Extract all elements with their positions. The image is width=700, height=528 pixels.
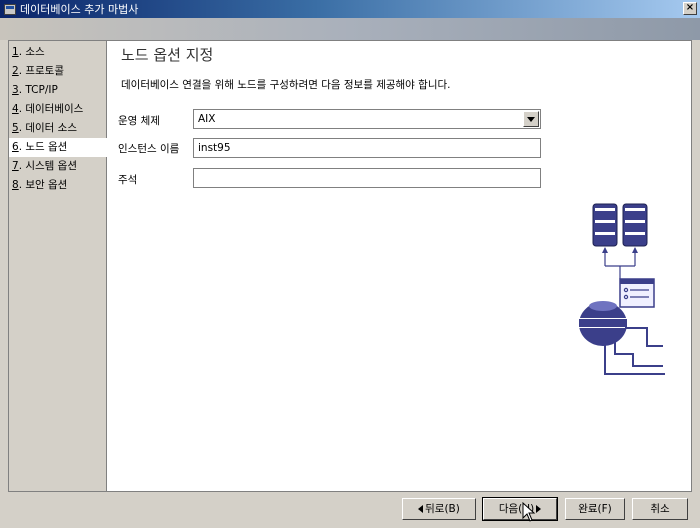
step-label: . 보안 옵션 (18, 179, 68, 191)
step-label: . 시스템 옵션 (18, 160, 78, 172)
close-button[interactable]: × (683, 2, 697, 15)
window-title: 데이터베이스 추가 마법사 (20, 3, 139, 16)
sidebar-item-security-options[interactable]: 8. 보안 옵션 (9, 176, 106, 195)
page-title: 노드 옵션 지정 (121, 46, 214, 64)
title-bar: 데이터베이스 추가 마법사 × (0, 0, 700, 18)
sidebar-item-protocol[interactable]: 2. 프로토콜 (9, 62, 106, 81)
os-label: 운영 체제 (118, 115, 160, 127)
database-node-illustration (577, 203, 665, 375)
cancel-button-label: 취소 (650, 503, 670, 515)
step-sidebar: 1. 소스 2. 프로토콜 3. TCP/IP 4. 데이터베이스 5. 데이터… (9, 41, 107, 491)
main-panel: 노드 옵션 지정 데이터베이스 연결을 위해 노드를 구성하려면 다음 정보를 … (107, 41, 691, 491)
step-label: . 노드 옵션 (18, 141, 68, 153)
step-label: . TCP/IP (18, 84, 58, 96)
page-description: 데이터베이스 연결을 위해 노드를 구성하려면 다음 정보를 제공해야 합니다. (121, 79, 451, 91)
app-icon (4, 3, 16, 15)
arrow-right-icon (536, 505, 542, 513)
wizard-content: 1. 소스 2. 프로토콜 3. TCP/IP 4. 데이터베이스 5. 데이터… (8, 40, 692, 492)
os-select-value: AIX (198, 113, 216, 125)
cancel-button[interactable]: 취소 (632, 498, 688, 520)
step-number: 5 (12, 122, 19, 134)
arrow-left-icon (418, 505, 424, 513)
finish-button-label: 완료(F) (578, 503, 612, 515)
step-number: 4 (12, 103, 19, 115)
step-number: 2 (12, 65, 19, 77)
comment-input[interactable] (193, 168, 541, 188)
instance-name-input[interactable]: inst95 (193, 138, 541, 158)
step-number: 7 (12, 160, 19, 172)
wizard-footer: 뒤로(B) 다음(N) 완료(F) 취소 (0, 492, 700, 528)
back-button-label: 뒤로(B) (425, 503, 460, 515)
sidebar-item-source[interactable]: 1. 소스 (9, 43, 106, 62)
sidebar-item-tcpip[interactable]: 3. TCP/IP (9, 81, 106, 100)
os-select[interactable]: AIX (193, 109, 541, 129)
mouse-cursor-icon (522, 502, 536, 522)
sidebar-item-data-source[interactable]: 5. 데이터 소스 (9, 119, 106, 138)
finish-button[interactable]: 완료(F) (565, 498, 625, 520)
chevron-down-icon[interactable] (523, 111, 539, 127)
instance-name-label: 인스턴스 이름 (118, 143, 180, 155)
comment-label: 주석 (118, 174, 138, 186)
next-button[interactable]: 다음(N) (482, 497, 558, 521)
sidebar-item-system-options[interactable]: 7. 시스템 옵션 (9, 157, 106, 176)
step-number: 6 (12, 141, 19, 153)
step-label: . 소스 (18, 46, 45, 58)
step-number: 1 (12, 46, 19, 58)
back-button[interactable]: 뒤로(B) (402, 498, 476, 520)
sidebar-item-node-options[interactable]: 6. 노드 옵션 (9, 138, 107, 157)
header-band (0, 18, 700, 40)
step-label: . 데이터베이스 (18, 103, 84, 115)
step-number: 3 (12, 84, 19, 96)
step-label: . 프로토콜 (18, 65, 65, 77)
step-number: 8 (12, 179, 19, 191)
sidebar-item-database[interactable]: 4. 데이터베이스 (9, 100, 106, 119)
step-label: . 데이터 소스 (18, 122, 78, 134)
